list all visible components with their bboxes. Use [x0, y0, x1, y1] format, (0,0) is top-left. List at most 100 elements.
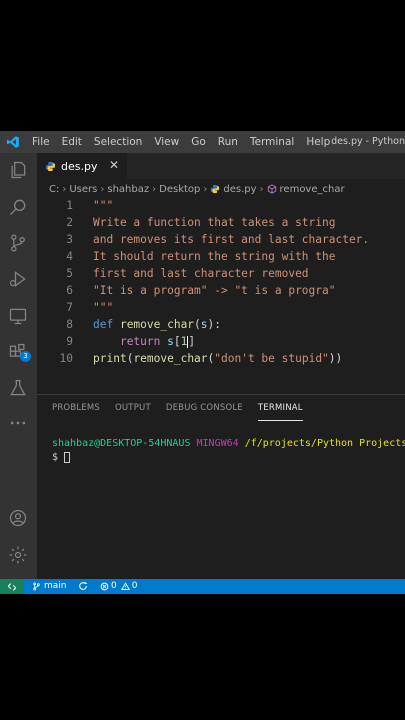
tab-label: des.py [61, 159, 98, 173]
code-line[interactable]: 9 return s[1] [37, 333, 405, 350]
close-icon[interactable]: ✕ [109, 158, 119, 172]
breadcrumb: C: › Users › shahbaz › Desktop › des.py … [49, 181, 345, 197]
settings-gear-icon[interactable] [7, 544, 29, 566]
code-line[interactable]: 10 print(remove_char("don't be stupid")) [37, 350, 405, 367]
menu-run[interactable]: Run [212, 131, 244, 153]
code-token: """ [93, 199, 114, 212]
code-token: It should return the string with the [93, 250, 336, 263]
terminal-prompt: $ [52, 452, 65, 463]
line-code: """ [93, 299, 113, 316]
terminal-path: /f/projects/Python Projects/Py [244, 438, 405, 449]
breadcrumb-drive[interactable]: C: [49, 184, 59, 195]
chevron-right-icon: › [203, 183, 208, 195]
terminal-output[interactable]: shahbaz@DESKTOP-54HNAUS MINGW64 /f/proje… [52, 437, 405, 465]
line-code: print(remove_char("don't be stupid")) [93, 350, 342, 367]
error-icon [100, 582, 109, 591]
git-branch-icon [32, 582, 41, 591]
menu-view[interactable]: View [148, 131, 185, 153]
code-token: ): [207, 318, 222, 331]
code-token: s [200, 318, 208, 331]
code-line[interactable]: 5 first and last character removed [37, 265, 405, 282]
terminal-cursor [64, 451, 71, 463]
run-debug-icon[interactable] [7, 268, 29, 290]
tab-debug-console[interactable]: DEBUG CONSOLE [166, 395, 243, 421]
line-code: "It is a program" -> "t is a progra" [93, 282, 335, 299]
menu-file[interactable]: File [26, 131, 56, 153]
terminal-system: MINGW64 [196, 438, 239, 449]
line-number: 10 [59, 352, 73, 365]
code-token: and removes its first and last character… [93, 233, 370, 246]
chevron-right-icon: › [100, 183, 105, 195]
code-token: s [167, 335, 174, 348]
code-token: return [119, 335, 168, 348]
breadcrumb-file[interactable]: des.py [223, 184, 256, 195]
editor-tab-bar: des.py ✕ [37, 153, 405, 179]
python-file-icon [45, 157, 56, 176]
problems-status[interactable]: 0 0 [100, 579, 137, 594]
window-title: des.py - Python [331, 136, 405, 147]
menu-edit[interactable]: Edit [56, 131, 88, 153]
line-code: def remove_char(s): [93, 316, 221, 333]
remote-indicator-icon[interactable] [0, 579, 24, 594]
code-token: ] [188, 335, 196, 348]
code-token: [ [173, 335, 181, 348]
code-line[interactable]: 6 "It is a program" -> "t is a progra" [37, 282, 405, 299]
bottom-panel: PROBLEMS OUTPUT DEBUG CONSOLE TERMINAL s… [37, 394, 405, 579]
line-number: 1 [66, 199, 73, 212]
testing-flask-icon[interactable] [7, 377, 29, 399]
remote-explorer-icon[interactable] [7, 305, 29, 327]
sync-icon[interactable] [78, 579, 88, 594]
vscode-window: File Edit Selection View Go Run Terminal… [0, 131, 405, 594]
line-code: and removes its first and last character… [93, 231, 369, 248]
source-control-icon[interactable] [7, 232, 29, 254]
menu-terminal[interactable]: Terminal [244, 131, 300, 153]
python-file-icon [210, 184, 220, 194]
tab-des-py[interactable]: des.py ✕ [37, 153, 127, 179]
panel-tabs: PROBLEMS OUTPUT DEBUG CONSOLE TERMINAL [37, 395, 303, 421]
code-token: )) [328, 352, 343, 365]
tab-problems[interactable]: PROBLEMS [52, 395, 100, 421]
tab-output[interactable]: OUTPUT [115, 395, 151, 421]
error-count: 0 [111, 581, 117, 591]
line-code: return s[1] [93, 333, 195, 350]
code-token: """ [93, 301, 114, 314]
status-bar: main 0 0 [0, 579, 405, 594]
menu-selection[interactable]: Selection [88, 131, 148, 153]
git-branch-status[interactable]: main [32, 579, 67, 594]
branch-name: main [44, 581, 67, 591]
code-editor[interactable]: 1 """ 2 Write a function that takes a strin… [37, 197, 405, 367]
account-icon[interactable] [7, 507, 29, 529]
extensions-icon[interactable]: 3 [7, 341, 31, 363]
line-number: 3 [66, 233, 73, 246]
line-number: 5 [66, 267, 73, 280]
breadcrumb-symbol[interactable]: remove_char [280, 184, 345, 195]
code-token: remove_char [119, 318, 195, 331]
code-token: first and last character removed [93, 267, 309, 280]
code-line[interactable]: 7 """ [37, 299, 405, 316]
more-icon[interactable] [7, 412, 29, 434]
code-line[interactable]: 8 def remove_char(s): [37, 316, 405, 333]
code-line[interactable]: 1 """ [37, 197, 405, 214]
line-number: 9 [66, 335, 73, 348]
breadcrumb-users[interactable]: Users [69, 184, 97, 195]
code-token: def [93, 318, 120, 331]
explorer-icon[interactable] [7, 159, 29, 181]
breadcrumb-desktop[interactable]: Desktop [159, 184, 200, 195]
line-number: 4 [66, 250, 73, 263]
menu-go[interactable]: Go [185, 131, 212, 153]
breadcrumb-user[interactable]: shahbaz [107, 184, 149, 195]
chevron-right-icon: › [259, 183, 264, 195]
code-token: ( [194, 318, 201, 331]
warning-icon [120, 582, 130, 591]
code-line[interactable]: 3 and removes its first and last characte… [37, 231, 405, 248]
terminal-user: shahbaz@DESKTOP-54HNAUS [52, 438, 191, 449]
extensions-badge: 3 [20, 351, 31, 362]
chevron-right-icon: › [62, 183, 67, 195]
code-line[interactable]: 4 It should return the string with the [37, 248, 405, 265]
line-code: Write a function that takes a string [93, 214, 335, 231]
code-token: remove_char [133, 352, 208, 365]
search-icon[interactable] [7, 196, 29, 218]
vscode-logo-icon [0, 131, 26, 153]
code-line[interactable]: 2 Write a function that takes a string [37, 214, 405, 231]
tab-terminal[interactable]: TERMINAL [257, 395, 303, 421]
